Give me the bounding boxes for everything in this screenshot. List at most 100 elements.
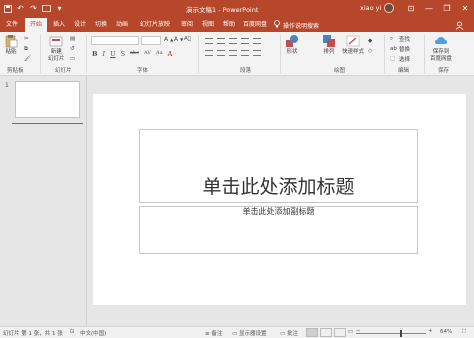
window-controls: ⊡ — ❐ ✕ — [402, 0, 474, 17]
font-size-dropdown[interactable] — [141, 36, 161, 45]
shape-fill-button[interactable]: ◆ — [368, 38, 375, 45]
maximize-button[interactable]: ❐ — [438, 0, 456, 17]
status-bar: 幻灯片 第 1 张，共 1 张 ⊡ 中文(中国) ≡ 备注 ▭ 显示器设置 ▭ … — [0, 326, 474, 338]
user-account[interactable]: xiao yi — [360, 3, 395, 13]
share-icon[interactable] — [452, 20, 466, 30]
font-shrink-button[interactable]: A ▼ — [174, 36, 183, 43]
numbering-button[interactable] — [217, 38, 225, 44]
shapes-button[interactable]: 形状 — [285, 34, 299, 56]
zoom-level[interactable]: 64% — [440, 329, 452, 335]
close-button[interactable]: ✕ — [456, 0, 474, 17]
quick-styles-label: 快速样式 — [342, 49, 365, 55]
slide-thumbnail[interactable] — [15, 81, 80, 118]
tab-transitions[interactable]: 切换 — [92, 18, 110, 32]
tab-animations[interactable]: 动画 — [113, 18, 131, 32]
fit-to-window-icon[interactable]: ⛶ — [462, 329, 466, 336]
underline-button[interactable]: U — [110, 50, 115, 58]
save-to-label-1: 保存到 — [432, 49, 450, 55]
save-icon[interactable] — [2, 3, 13, 14]
ribbon-separator — [86, 35, 87, 73]
tell-me-label: 操作说明搜索 — [283, 22, 320, 30]
tab-baidu-netdisk[interactable]: 百度网盘 — [241, 18, 269, 32]
zoom-in-button[interactable]: + — [428, 328, 433, 334]
font-color-button[interactable]: A — [168, 50, 173, 58]
start-from-beginning-icon[interactable] — [41, 3, 52, 14]
shapes-icon — [286, 35, 298, 47]
font-grow-button[interactable]: A ▲ — [164, 36, 173, 43]
new-slide-label-1: 新建 — [50, 49, 62, 55]
zoom-slider[interactable] — [356, 333, 426, 334]
clear-formatting-icon: A⃠ — [184, 36, 192, 42]
comments-button[interactable]: ▭ 批注 — [280, 329, 298, 337]
find-button[interactable]: ⌕ 查找 — [390, 35, 410, 44]
tab-insert[interactable]: 插入 — [50, 18, 68, 32]
format-painter-button[interactable]: 🖌 — [24, 56, 31, 63]
comments-label: 批注 — [286, 331, 298, 337]
group-label-font: 字体 — [137, 68, 149, 74]
align-center-button[interactable] — [217, 50, 225, 56]
clear-formatting-button[interactable]: A⃠ — [184, 36, 191, 42]
strikethrough-button[interactable]: abc — [130, 50, 139, 58]
copy-button[interactable]: ⧉ — [24, 46, 31, 53]
quick-styles-button[interactable]: 快速样式 — [342, 34, 364, 56]
columns-button[interactable] — [253, 50, 261, 56]
tell-me-search[interactable]: 操作说明搜索 — [274, 20, 319, 30]
title-placeholder-text[interactable]: 单击此处添加标题 — [139, 172, 418, 199]
tab-file[interactable]: 文件 — [3, 18, 21, 32]
spell-check-icon[interactable]: ⊡ — [70, 329, 75, 335]
group-label-slides: 幻灯片 — [55, 68, 72, 74]
notes-button[interactable]: ≡ 备注 — [205, 329, 222, 337]
line-spacing-button[interactable] — [253, 38, 261, 44]
save-to-baidu-button[interactable]: 保存到 百度网盘 — [430, 34, 452, 63]
increase-indent-button[interactable] — [241, 38, 249, 44]
decrease-indent-button[interactable] — [229, 38, 237, 44]
save-to-label-2: 百度网盘 — [430, 56, 453, 62]
reading-view-button[interactable] — [334, 328, 346, 337]
display-settings-button[interactable]: ▭ 显示器设置 — [232, 329, 266, 337]
shape-outline-button[interactable]: ◇ — [368, 48, 375, 55]
cut-button[interactable]: ✂ — [24, 36, 31, 43]
zoom-slider-thumb[interactable] — [400, 330, 402, 337]
replace-button[interactable]: ab 替换 — [390, 45, 410, 54]
italic-button[interactable]: I — [103, 50, 106, 58]
pane-splitter[interactable] — [86, 76, 87, 326]
format-painter-icon: 🖌 — [24, 56, 31, 62]
language[interactable]: 中文(中国) — [80, 329, 106, 337]
ribbon: 粘贴 ✂ ⧉ 🖌 剪贴板 新建 幻灯片 ▤ ↺ ▭ 幻灯片 A ▲ A ▼ A⃠ B… — [0, 32, 474, 76]
paste-button[interactable]: 粘贴 — [4, 34, 18, 56]
tab-slideshow[interactable]: 幻灯片放映 — [134, 18, 176, 32]
minimize-button[interactable]: — — [420, 0, 438, 17]
section-button[interactable]: ▭ — [70, 56, 77, 63]
redo-icon[interactable]: ↷ — [28, 3, 39, 14]
change-case-button[interactable]: Aa — [156, 50, 163, 58]
align-right-button[interactable] — [229, 50, 237, 56]
ribbon-display-icon[interactable]: ⊡ — [402, 0, 420, 17]
shadow-button[interactable]: S — [121, 50, 125, 58]
group-label-editing: 编辑 — [398, 68, 410, 74]
undo-icon[interactable]: ↶ — [15, 3, 26, 14]
tab-view[interactable]: 视图 — [199, 18, 217, 32]
font-name-dropdown[interactable] — [91, 36, 139, 45]
subtitle-placeholder-text[interactable]: 单击此处添加副标题 — [139, 206, 418, 217]
select-label: 选择 — [399, 57, 411, 63]
slideshow-view-button[interactable]: ▭ — [348, 329, 353, 335]
select-button[interactable]: ⬚ 选择 — [390, 55, 411, 64]
justify-button[interactable] — [241, 50, 249, 56]
tab-home[interactable]: 开始 — [25, 18, 47, 32]
display-settings-label: 显示器设置 — [238, 331, 267, 337]
customize-icon[interactable]: ▾ — [54, 3, 65, 14]
reset-button[interactable]: ↺ — [70, 46, 77, 53]
layout-button[interactable]: ▤ — [70, 36, 77, 43]
notes-label: 备注 — [211, 331, 223, 337]
slide-sorter-view-button[interactable] — [320, 328, 332, 337]
new-slide-button[interactable]: 新建 幻灯片 — [48, 34, 65, 63]
bold-button[interactable]: B — [92, 50, 98, 58]
arrange-button[interactable]: 排列 — [322, 34, 336, 56]
tab-design[interactable]: 设计 — [71, 18, 89, 32]
align-left-button[interactable] — [205, 50, 213, 56]
character-spacing-button[interactable]: AV — [144, 50, 151, 58]
normal-view-button[interactable] — [306, 328, 318, 337]
tab-help[interactable]: 帮助 — [220, 18, 238, 32]
tab-review[interactable]: 审阅 — [178, 18, 196, 32]
bullets-button[interactable] — [205, 38, 213, 44]
